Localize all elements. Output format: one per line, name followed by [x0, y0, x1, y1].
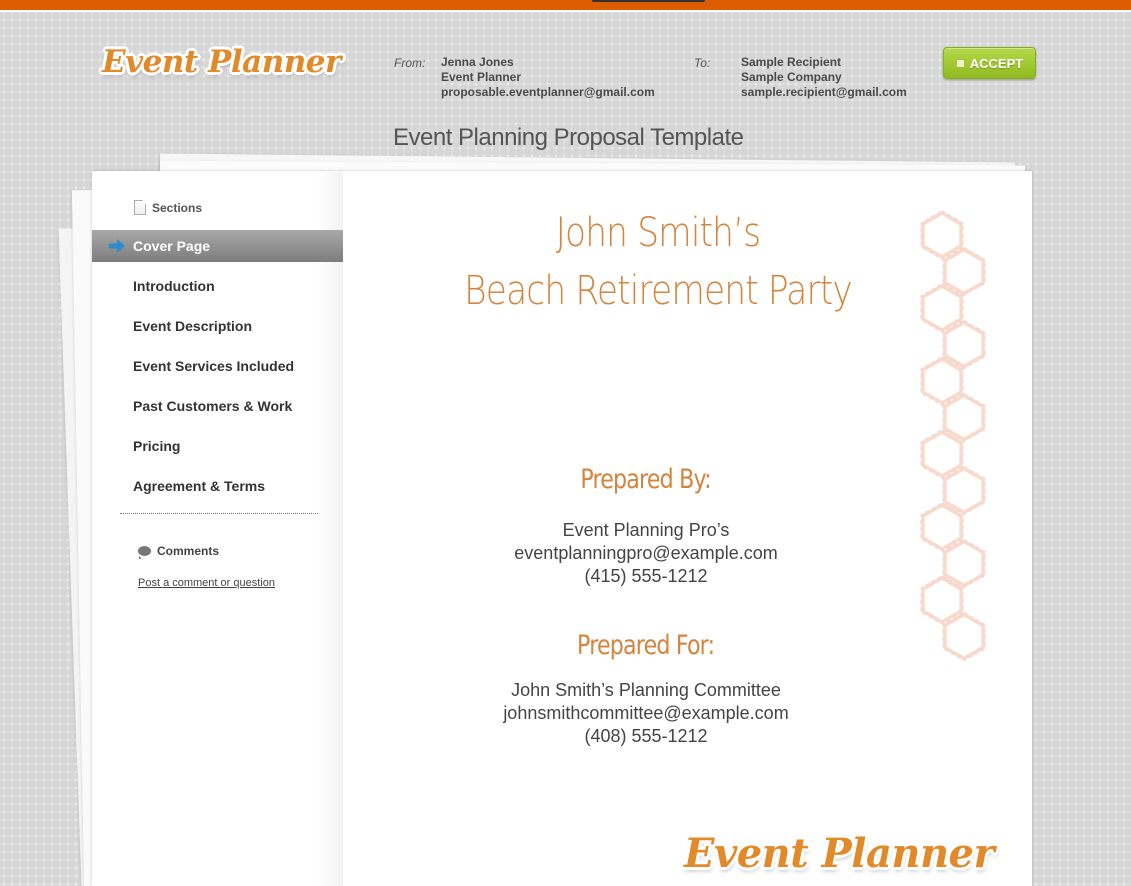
comments-header: Comments	[138, 544, 219, 558]
hexagon-shape	[943, 247, 985, 296]
hexagon-shape	[921, 211, 963, 260]
sidebar-item-label: Event Description	[133, 318, 253, 334]
hexagon-shape	[921, 429, 963, 479]
to-email: sample.recipient@gmail.com	[741, 85, 907, 99]
from-name: Jenna Jones	[441, 55, 514, 69]
from-label: From:	[394, 56, 426, 70]
sidebar-item-pricing[interactable]: Pricing	[92, 430, 343, 462]
sidebar-item-label: Introduction	[133, 278, 215, 294]
document-icon	[134, 200, 146, 215]
prepared-for-name: John Smith’s Planning Committee	[511, 680, 781, 700]
event-planner-logo: Event Planner	[102, 44, 341, 80]
sidebar-item-label: Pricing	[133, 438, 181, 454]
accept-label: ACCEPT	[969, 55, 1024, 71]
sidebar-item-past-customers[interactable]: Past Customers & Work	[92, 390, 343, 422]
prepared-for-heading-text: Prepared For:	[577, 630, 715, 661]
hexagon-shape	[921, 575, 963, 625]
hexagon-decoration	[920, 211, 986, 662]
prepared-by-details: Event Planning Pro’s eventplanningpro@ex…	[343, 519, 949, 588]
hexagon-shape	[943, 393, 985, 442]
page-title: Event Planning Proposal Template	[393, 124, 744, 151]
sidebar-item-introduction[interactable]: Introduction	[92, 270, 343, 302]
accept-button[interactable]: ACCEPT	[943, 47, 1036, 79]
hexagon-shape	[921, 283, 963, 333]
to-label: To:	[694, 56, 711, 70]
sidebar-divider	[120, 513, 318, 514]
sidebar-item-label: Event Services Included	[133, 358, 295, 374]
event-title: John Smith’s Beach Retirement Party	[343, 204, 973, 320]
sections-label: Sections	[152, 200, 203, 215]
prepared-for-details: John Smith’s Planning Committee johnsmit…	[343, 679, 949, 748]
event-title-line-1: John Smith’s	[555, 210, 761, 256]
prepared-by-heading: Prepared By:	[343, 464, 949, 495]
sections-sidebar: Sections Cover Page Introduction Event D…	[92, 171, 343, 886]
sidebar-item-event-services[interactable]: Event Services Included	[92, 350, 343, 382]
to-name: Sample Recipient	[741, 55, 842, 69]
checkbox-icon	[955, 58, 965, 68]
prepared-by-name: Event Planning Pro’s	[562, 520, 730, 540]
proposal-document: Sections Cover Page Introduction Event D…	[92, 171, 1032, 886]
prepared-for-heading: Prepared For:	[343, 630, 949, 661]
sidebar-item-event-description[interactable]: Event Description	[92, 310, 343, 342]
from-role: Event Planner	[441, 70, 522, 84]
sidebar-item-label: Agreement & Terms	[133, 478, 266, 494]
hexagon-shape	[921, 356, 963, 406]
top-bar	[0, 0, 1131, 12]
arrow-right-icon	[109, 239, 125, 253]
hexagon-shape	[943, 539, 985, 588]
hexagon-shape	[943, 320, 985, 369]
hexagon-shape	[943, 612, 985, 661]
sidebar-item-label: Cover Page	[133, 238, 211, 254]
cover-page: John Smith’s Beach Retirement Party Prep…	[343, 171, 1032, 886]
sidebar-item-agreement-terms[interactable]: Agreement & Terms	[92, 470, 343, 502]
hexagon-shape	[921, 502, 963, 552]
prepared-by-heading-text: Prepared By:	[580, 464, 712, 495]
sidebar-item-label: Past Customers & Work	[133, 398, 293, 414]
from-details: Jenna Jones Event Planner proposable.eve…	[441, 55, 655, 100]
hexagon-shape	[943, 466, 985, 515]
prepared-for-phone: (408) 555-1212	[584, 726, 708, 746]
post-comment-link[interactable]: Post a comment or question	[138, 577, 275, 589]
to-company: Sample Company	[741, 70, 842, 84]
event-planner-footer-logo: Event Planner	[684, 830, 995, 877]
from-email: proposable.eventplanner@gmail.com	[441, 85, 655, 99]
event-title-line-2: Beach Retirement Party	[464, 268, 853, 314]
sections-header: Sections	[134, 200, 202, 215]
to-details: Sample Recipient Sample Company sample.r…	[741, 55, 907, 100]
speech-bubble-icon	[138, 546, 151, 556]
prepared-for-email: johnsmithcommittee@example.com	[503, 703, 789, 723]
comments-label: Comments	[157, 544, 220, 558]
sidebar-item-cover-page[interactable]: Cover Page	[92, 230, 343, 262]
prepared-by-email: eventplanningpro@example.com	[514, 543, 778, 563]
top-tab-handle[interactable]	[592, 0, 705, 2]
prepared-by-phone: (415) 555-1212	[584, 566, 708, 586]
